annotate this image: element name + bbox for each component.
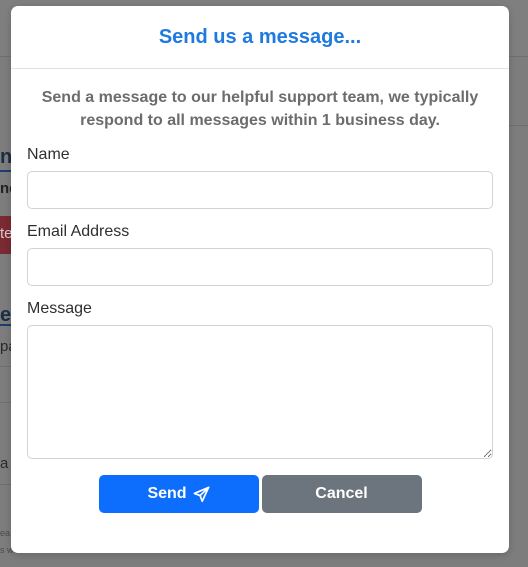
cancel-button[interactable]: Cancel [261,475,422,513]
intro-text: Send a message to our helpful support te… [41,89,479,129]
background-divider-4 [0,484,11,485]
modal-body: Send a message to our helpful support te… [11,86,509,513]
background-divider-3 [0,402,11,403]
background-tiny-text: ea [0,528,11,538]
cancel-button-label: Cancel [315,485,368,502]
background-text-fragment-3: a [0,455,9,472]
modal-header: Send us a message... [11,6,509,69]
email-input[interactable] [27,248,493,286]
message-textarea[interactable] [27,325,493,459]
background-heading-underline-2 [0,324,11,326]
email-label: Email Address [27,223,130,240]
message-label: Message [27,300,92,317]
name-label: Name [27,146,70,163]
background-red-button: te [0,216,13,254]
background-divider [509,125,528,126]
name-input[interactable] [27,171,493,209]
modal-title: Send us a message... [158,25,362,48]
send-button-label: Send [147,485,187,502]
background-divider-2 [0,366,11,367]
background-heading-underline [0,170,11,172]
paper-plane-icon [193,486,210,503]
send-button[interactable]: Send [98,475,259,513]
contact-modal: Send us a message... Send a message to o… [11,6,509,553]
modal-actions: Send Cancel [27,475,493,513]
